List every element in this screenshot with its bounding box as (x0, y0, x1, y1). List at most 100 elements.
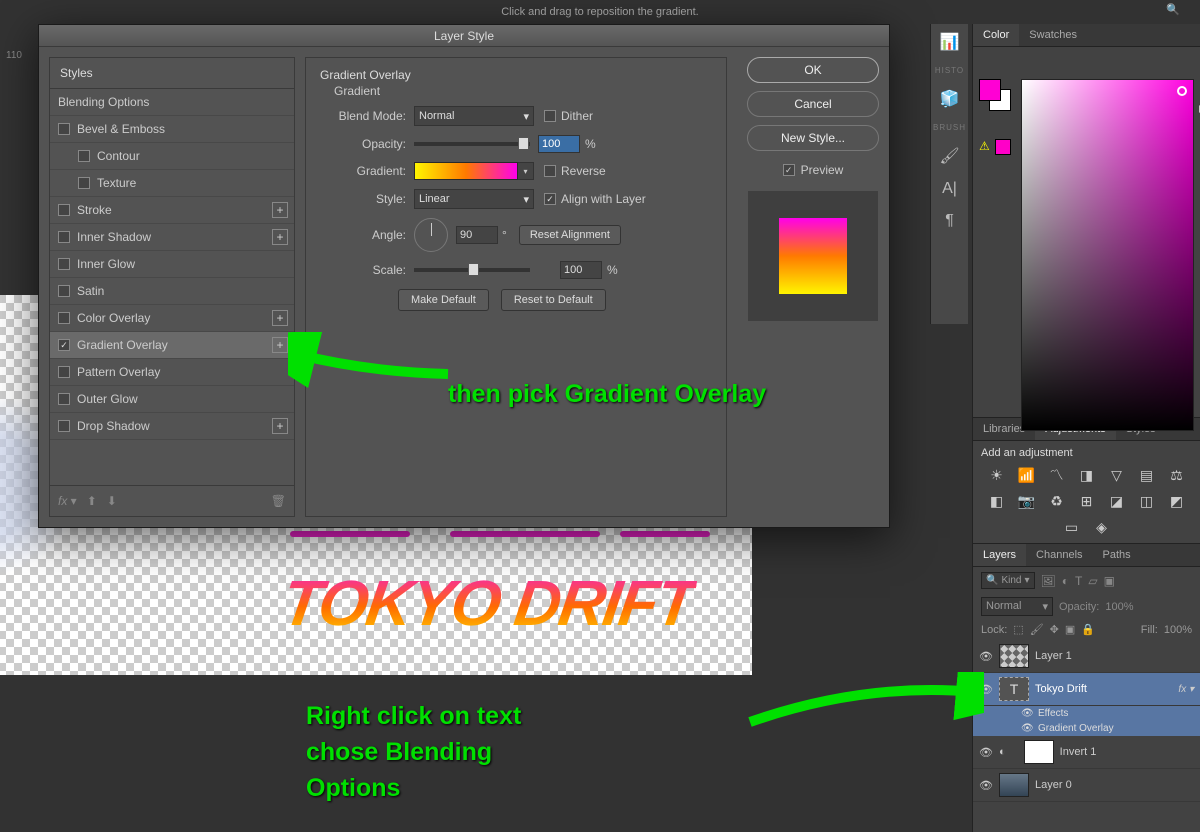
add-effect-icon[interactable]: + (272, 418, 288, 434)
photo-filter-icon[interactable]: 📷 (1017, 493, 1037, 509)
exposure-icon[interactable]: ◨ (1077, 467, 1097, 483)
fx-indicator[interactable]: fx ▾ (1178, 684, 1194, 695)
tab-channels[interactable]: Channels (1026, 544, 1092, 566)
filter-smart-icon[interactable]: ▣ (1104, 574, 1115, 588)
style-item-inner-glow[interactable]: Inner Glow (50, 251, 294, 278)
tab-paths[interactable]: Paths (1093, 544, 1141, 566)
gamut-warning-icon[interactable]: ⚠ (979, 139, 990, 153)
checkbox-icon[interactable] (78, 150, 90, 162)
add-effect-icon[interactable]: + (272, 310, 288, 326)
checkbox-icon[interactable] (58, 339, 70, 351)
paragraph-icon[interactable]: ¶ (945, 212, 954, 230)
balance-icon[interactable]: ⚖ (1167, 467, 1187, 483)
lut-icon[interactable]: ⊞ (1077, 493, 1097, 509)
levels-icon[interactable]: 📶 (1017, 467, 1037, 483)
brushes-icon[interactable]: 🖌 (939, 146, 959, 166)
gradient-swatch[interactable] (414, 162, 518, 180)
style-item-stroke[interactable]: Stroke+ (50, 197, 294, 224)
threshold-icon[interactable]: ◩ (1167, 493, 1187, 509)
bw-icon[interactable]: ◧ (987, 493, 1007, 509)
style-item-outer-glow[interactable]: Outer Glow (50, 386, 294, 413)
fx-menu-icon[interactable]: fx ▾ (58, 494, 77, 508)
vibrance-icon[interactable]: ▽ (1107, 467, 1127, 483)
new-style-button[interactable]: New Style... (747, 125, 879, 151)
ok-button[interactable]: OK (747, 57, 879, 83)
lock-artboard-icon[interactable]: ▣ (1065, 623, 1075, 636)
reverse-checkbox[interactable]: Reverse (544, 164, 606, 178)
reset-to-default-button[interactable]: Reset to Default (501, 289, 606, 311)
cancel-button[interactable]: Cancel (747, 91, 879, 117)
visibility-icon[interactable]: 👁 (1021, 708, 1033, 719)
checkbox-icon[interactable] (58, 258, 70, 270)
opacity-slider[interactable] (414, 142, 530, 146)
style-item-pattern-overlay[interactable]: Pattern Overlay (50, 359, 294, 386)
visibility-icon[interactable]: 👁 (979, 779, 993, 792)
reset-alignment-button[interactable]: Reset Alignment (519, 225, 621, 245)
color-picker-ring[interactable] (1177, 86, 1187, 96)
history-icon[interactable]: 📊 (940, 32, 960, 52)
style-select[interactable]: Linear▾ (414, 189, 534, 209)
brightness-icon[interactable]: ☀ (987, 467, 1007, 483)
visibility-icon[interactable]: 👁 (979, 746, 993, 759)
invert-icon[interactable]: ◪ (1107, 493, 1127, 509)
filter-type-icon[interactable]: T (1075, 574, 1082, 588)
layer-layer-1[interactable]: 👁Layer 1 (973, 640, 1200, 673)
foreground-color-swatch[interactable] (979, 79, 1001, 101)
hue-icon[interactable]: ▤ (1137, 467, 1157, 483)
checkbox-icon[interactable] (58, 312, 70, 324)
style-item-contour[interactable]: Contour (50, 143, 294, 170)
checkbox-icon[interactable] (58, 285, 70, 297)
lock-position-icon[interactable]: ✥ (1050, 623, 1059, 636)
style-item-satin[interactable]: Satin (50, 278, 294, 305)
layer-tokyo-drift[interactable]: 👁TTokyo Driftfx ▾ (973, 673, 1200, 706)
filter-shape-icon[interactable]: ▱ (1088, 574, 1097, 588)
styles-header[interactable]: Styles (50, 58, 294, 89)
scale-slider[interactable] (414, 268, 530, 272)
checkbox-icon[interactable] (58, 231, 70, 243)
dither-checkbox[interactable]: Dither (544, 109, 593, 123)
checkbox-icon[interactable] (58, 420, 70, 432)
move-up-icon[interactable]: ⬆ (87, 494, 97, 508)
checkbox-icon[interactable] (58, 393, 70, 405)
add-effect-icon[interactable]: + (272, 229, 288, 245)
style-item-color-overlay[interactable]: Color Overlay+ (50, 305, 294, 332)
filter-pixel-icon[interactable]: 🖼 (1041, 574, 1056, 588)
style-item-inner-shadow[interactable]: Inner Shadow+ (50, 224, 294, 251)
layer-effect-effects[interactable]: 👁Effects (973, 706, 1200, 721)
lock-trans-icon[interactable]: ⬚ (1013, 623, 1023, 636)
preview-checkbox[interactable]: ✓Preview (747, 163, 879, 177)
checkbox-icon[interactable] (58, 366, 70, 378)
channel-mixer-icon[interactable]: ♻ (1047, 493, 1067, 509)
closest-color-swatch[interactable] (995, 139, 1011, 155)
selective-icon[interactable]: ◈ (1092, 519, 1112, 535)
move-down-icon[interactable]: ⬇ (107, 494, 117, 508)
filter-adjust-icon[interactable]: ◐ (1062, 574, 1069, 588)
angle-dial[interactable] (414, 218, 448, 252)
style-item-drop-shadow[interactable]: Drop Shadow+ (50, 413, 294, 440)
trash-icon[interactable]: 🗑 (271, 494, 286, 508)
canvas-text-tokyo-drift[interactable]: TOKYO DRIFT (278, 566, 699, 640)
angle-field[interactable] (456, 226, 498, 244)
curves-icon[interactable]: 〽 (1047, 467, 1067, 483)
scale-field[interactable] (560, 261, 602, 279)
opacity-field[interactable] (538, 135, 580, 153)
lock-all-icon[interactable]: 🔒 (1081, 623, 1095, 636)
fill-value[interactable]: 100% (1164, 624, 1192, 636)
search-icon[interactable]: 🔍 (1166, 3, 1180, 16)
layer-blend-mode[interactable]: Normal▾ (981, 597, 1053, 616)
checkbox-icon[interactable] (78, 177, 90, 189)
3d-icon[interactable]: 🧊 (940, 89, 960, 109)
layer-layer-0[interactable]: 👁Layer 0 (973, 769, 1200, 802)
style-item-bevel-emboss[interactable]: Bevel & Emboss (50, 116, 294, 143)
tab-color[interactable]: Color (973, 24, 1019, 46)
blend-mode-select[interactable]: Normal▾ (414, 106, 534, 126)
tab-swatches[interactable]: Swatches (1019, 24, 1087, 46)
add-effect-icon[interactable]: + (272, 337, 288, 353)
character-icon[interactable]: A| (942, 180, 957, 198)
make-default-button[interactable]: Make Default (398, 289, 489, 311)
add-effect-icon[interactable]: + (272, 202, 288, 218)
blending-options-item[interactable]: Blending Options (50, 89, 294, 116)
style-item-texture[interactable]: Texture (50, 170, 294, 197)
lock-pixels-icon[interactable]: 🖌 (1030, 623, 1044, 636)
layer-invert-1[interactable]: 👁◐ Invert 1 (973, 736, 1200, 769)
